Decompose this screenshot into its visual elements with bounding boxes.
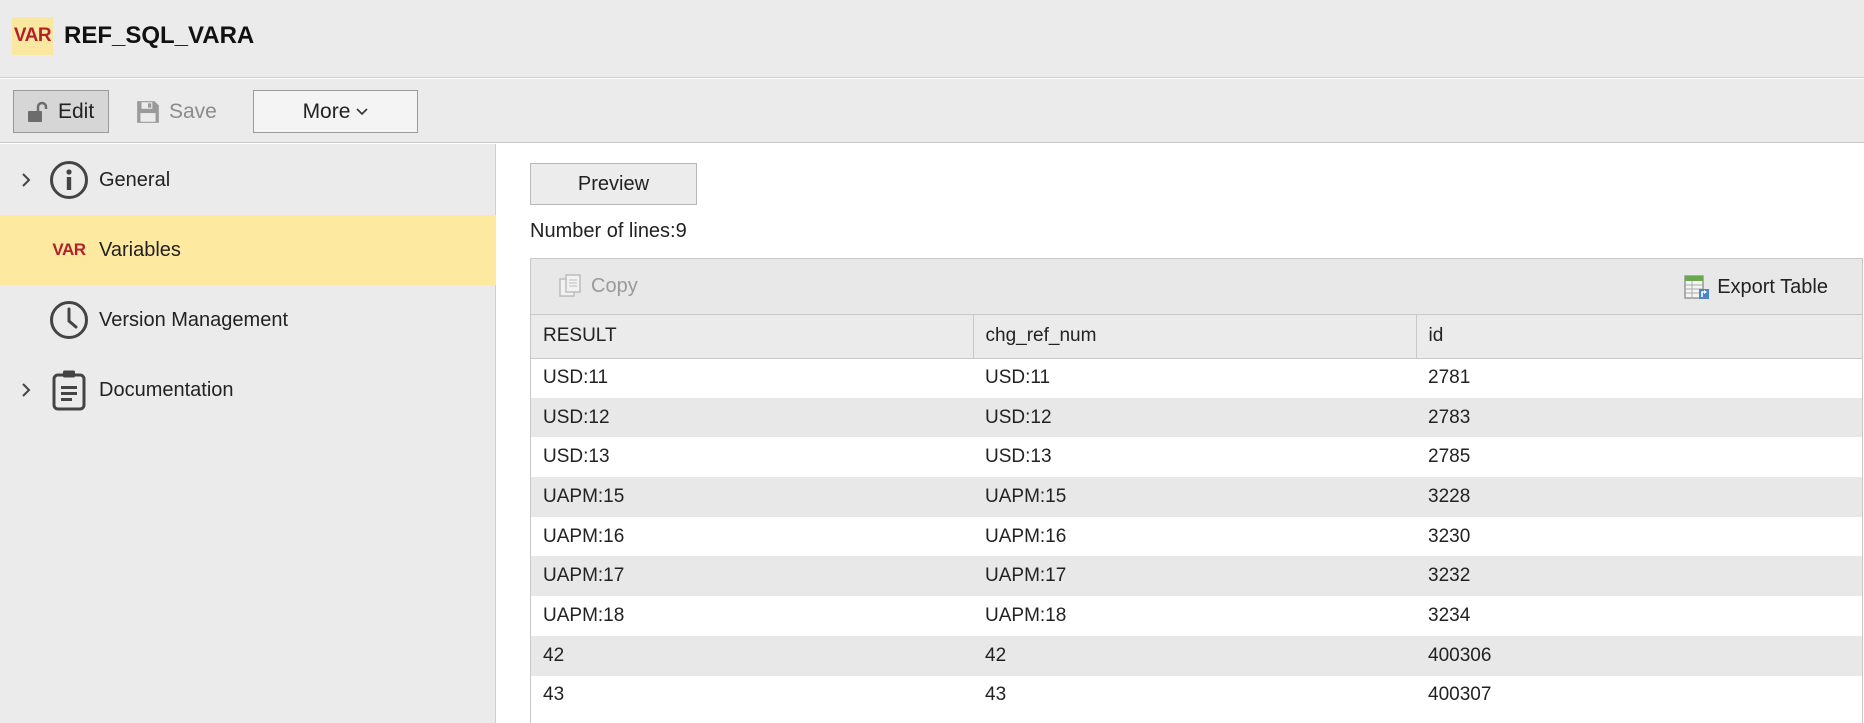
chevron-down-icon [356, 107, 368, 115]
copy-label: Copy [591, 274, 638, 297]
sidebar-item-label: Documentation [99, 378, 234, 401]
clock-icon [48, 299, 90, 341]
table-cell: USD:11 [973, 358, 1416, 398]
table-row[interactable]: 42 42 400306 [531, 635, 1862, 676]
export-table-icon [1684, 275, 1710, 299]
table-cell: USD:12 [531, 397, 973, 438]
table-cell: 2781 [1416, 358, 1862, 398]
unlock-icon [28, 101, 48, 122]
table-row[interactable]: UAPM:15 UAPM:15 3228 [531, 477, 1862, 517]
table-cell: 3232 [1416, 556, 1862, 597]
table-row[interactable]: UAPM:18 UAPM:18 3234 [531, 596, 1862, 636]
sidebar-item-general[interactable]: General [0, 145, 496, 215]
column-header-id[interactable]: id [1416, 315, 1862, 359]
table-row[interactable]: USD:13 USD:13 2785 [531, 437, 1862, 478]
table-cell: 3234 [1416, 596, 1862, 636]
info-icon [48, 159, 90, 201]
table-cell: UAPM:17 [531, 556, 973, 597]
edit-label: Edit [58, 99, 95, 123]
table-cell: 2783 [1416, 397, 1862, 438]
table-row[interactable]: UAPM:16 UAPM:16 3230 [531, 516, 1862, 557]
table-cell: UAPM:18 [973, 596, 1416, 636]
sidebar-item-documentation[interactable]: Documentation [0, 355, 496, 425]
table-cell: UAPM:16 [531, 516, 973, 557]
sidebar-item-variables[interactable]: VAR Variables [0, 215, 496, 285]
edit-button[interactable]: Edit [13, 90, 109, 133]
sidebar-item-label: Variables [99, 238, 181, 261]
result-table: Copy Export Table RESULT chg_ref_num id … [530, 258, 1863, 723]
preview-button[interactable]: Preview [530, 163, 697, 205]
table-cell: 3230 [1416, 516, 1862, 557]
table-cell: 43 [973, 675, 1416, 716]
page-title: REF_SQL_VARA [64, 22, 255, 49]
title-bar: VAR REF_SQL_VARA [0, 0, 1864, 78]
table-cell: USD:12 [973, 397, 1416, 438]
table-cell: 400307 [1416, 675, 1862, 716]
table-cell: 2785 [1416, 437, 1862, 478]
var-logo-icon: VAR [12, 17, 53, 55]
table-cell: 42 [973, 635, 1416, 676]
toolbar: Edit Save More [0, 79, 1864, 143]
more-button[interactable]: More [253, 90, 418, 133]
table-row[interactable]: UAPM:17 UAPM:17 3232 [531, 556, 1862, 597]
clipboard-icon [48, 369, 90, 411]
table-cell: UAPM:16 [973, 516, 1416, 557]
var-icon: VAR [51, 240, 87, 260]
sidebar-item-label: General [99, 168, 171, 191]
main-panel: Preview Number of lines:9 Copy Export Ta… [497, 144, 1864, 723]
table-cell: 400306 [1416, 635, 1862, 676]
chevron-right-icon[interactable] [18, 382, 34, 398]
table-row[interactable]: USD:11 USD:11 2781 [531, 358, 1862, 398]
table-row[interactable]: 43 43 400307 [531, 675, 1862, 716]
table-cell: 43 [531, 675, 973, 716]
save-label: Save [169, 99, 217, 123]
table-cell: 3228 [1416, 477, 1862, 517]
table-body: USD:11 USD:11 2781 USD:12 USD:12 2783 USD:13 US… [531, 358, 1862, 716]
column-header-chg-ref-num[interactable]: chg_ref_num [973, 315, 1417, 359]
table-cell: USD:11 [531, 358, 973, 398]
sidebar-item-label: Version Management [99, 308, 289, 331]
copy-icon [559, 274, 581, 297]
table-toolbar: Copy Export Table [531, 259, 1862, 315]
chevron-right-icon[interactable] [18, 172, 34, 188]
table-cell: 42 [531, 635, 973, 676]
table-row[interactable]: USD:12 USD:12 2783 [531, 397, 1862, 438]
table-cell: USD:13 [531, 437, 973, 478]
table-cell: UAPM:18 [531, 596, 973, 636]
save-button[interactable]: Save [133, 90, 223, 133]
table-header-row: RESULT chg_ref_num id [531, 315, 1862, 359]
column-header-result[interactable]: RESULT [531, 315, 974, 359]
sidebar: General VAR Variables Version Management… [0, 144, 496, 723]
copy-button[interactable]: Copy [557, 273, 638, 299]
table-cell: USD:13 [973, 437, 1416, 478]
table-cell: UAPM:17 [973, 556, 1416, 597]
data-table: RESULT chg_ref_num id USD:11 USD:11 2781 US… [531, 315, 1862, 716]
export-table-button[interactable]: Export Table [1683, 273, 1828, 301]
table-cell: UAPM:15 [973, 477, 1416, 517]
line-count: Number of lines:9 [530, 220, 687, 242]
floppy-disk-icon [137, 100, 159, 123]
more-label: More [302, 99, 351, 123]
table-cell: UAPM:15 [531, 477, 973, 517]
sidebar-item-version-management[interactable]: Version Management [0, 285, 496, 355]
export-table-label: Export Table [1717, 275, 1828, 298]
